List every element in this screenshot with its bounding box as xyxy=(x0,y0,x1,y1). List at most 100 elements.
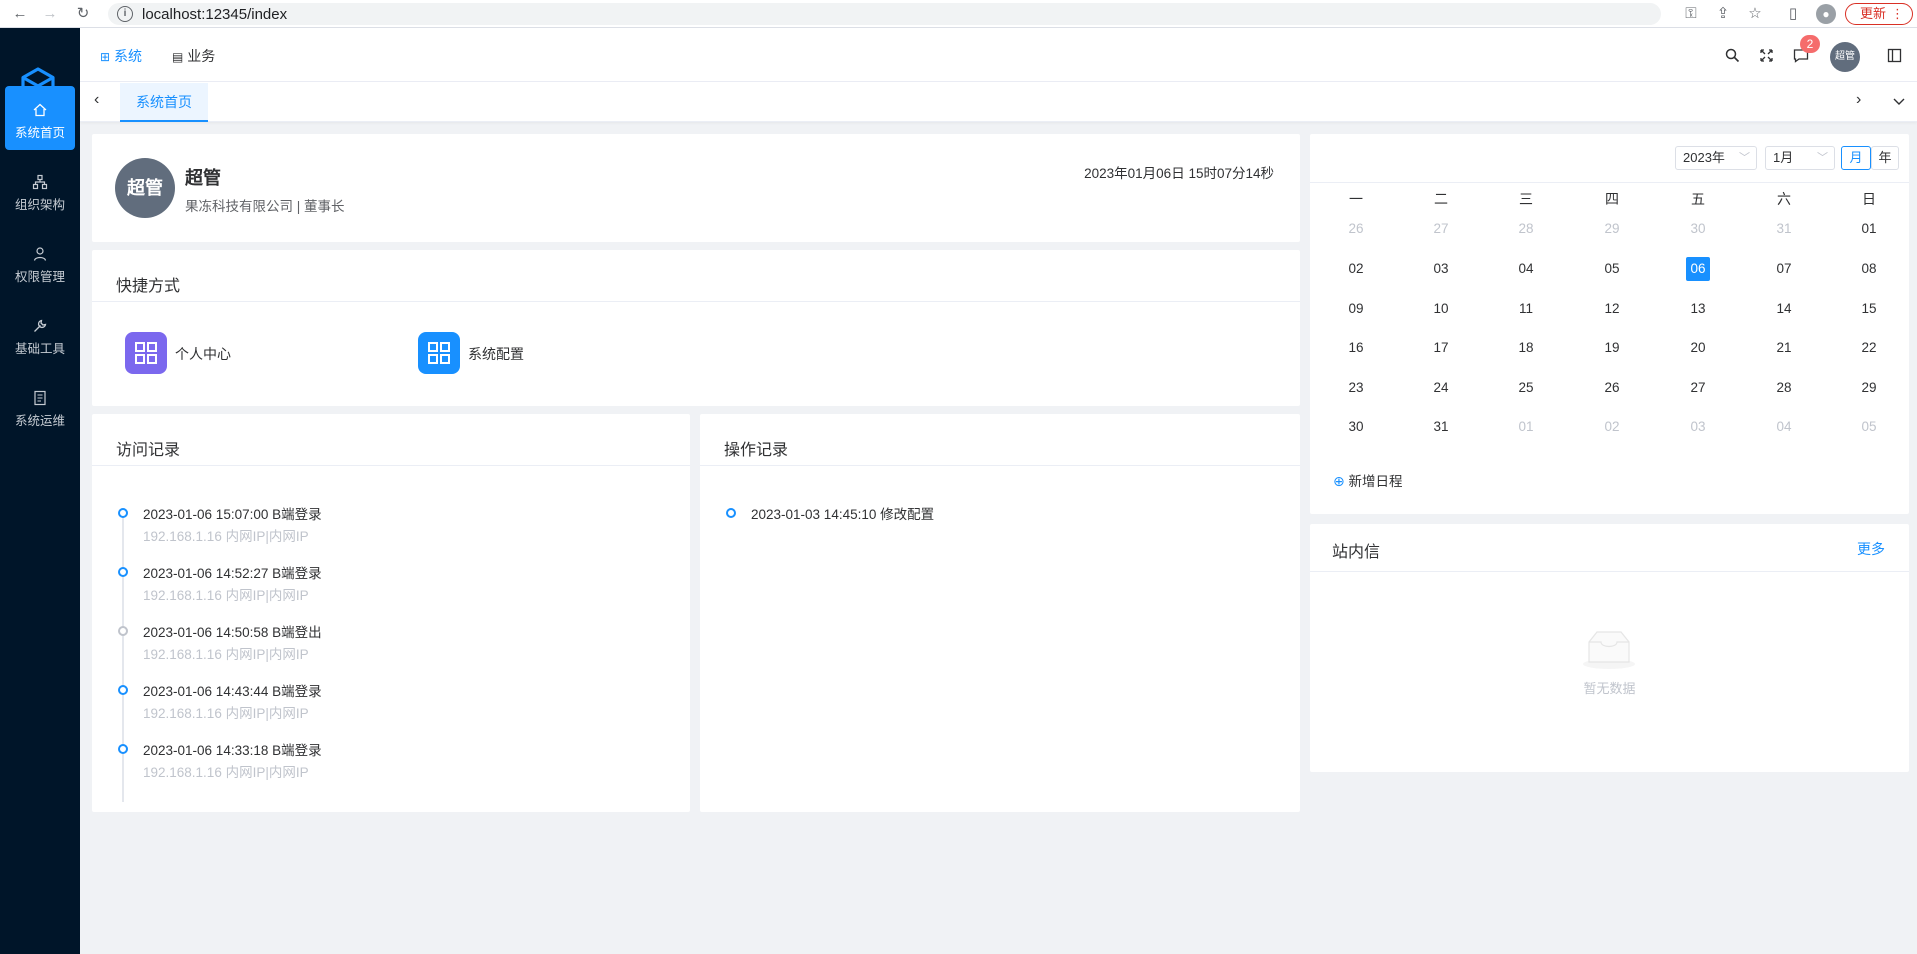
key-icon[interactable]: ⚿ xyxy=(1681,4,1701,24)
calendar-day[interactable]: 20 xyxy=(1686,336,1710,360)
search-icon[interactable] xyxy=(1725,48,1740,63)
avatar[interactable]: 超管 xyxy=(1830,42,1860,72)
reload-icon[interactable]: ↻ xyxy=(73,4,93,24)
current-datetime: 2023年01月06日 15时07分14秒 xyxy=(1084,166,1274,181)
shortcut-profile[interactable]: 个人中心 xyxy=(125,332,285,374)
grid-icon: ⊞ xyxy=(100,50,111,64)
chevron-right-icon[interactable]: › xyxy=(1856,91,1861,109)
sidebar-item-ops[interactable]: 系统运维 xyxy=(5,374,75,438)
sidepanel-icon[interactable]: ▯ xyxy=(1783,4,1803,24)
forward-icon[interactable]: → xyxy=(40,4,60,24)
calendar-day[interactable]: 23 xyxy=(1344,376,1368,400)
calendar-day[interactable]: 05 xyxy=(1857,415,1881,439)
calendar-day[interactable]: 04 xyxy=(1514,257,1538,281)
empty-box-icon xyxy=(1583,631,1635,669)
calendar-day-today[interactable]: 06 xyxy=(1686,257,1710,281)
weekday-header: 四 xyxy=(1605,191,1619,207)
timeline-item: 2023-01-03 14:45:10 修改配置 xyxy=(726,502,1286,560)
topnav-menu-system[interactable]: ⊞ 系统 xyxy=(100,46,142,66)
calendar-day[interactable]: 16 xyxy=(1344,336,1368,360)
calendar-day[interactable]: 14 xyxy=(1772,297,1796,321)
timeline-item: 2023-01-06 14:50:58 B端登出 192.168.1.16 内网… xyxy=(118,620,678,678)
timeline-item: 2023-01-06 14:52:27 B端登录 192.168.1.16 内网… xyxy=(118,561,678,619)
calendar-day[interactable]: 30 xyxy=(1686,217,1710,241)
sidebar-item-home[interactable]: 系统首页 xyxy=(5,86,75,150)
calendar-day[interactable]: 24 xyxy=(1429,376,1453,400)
calendar-day[interactable]: 28 xyxy=(1772,376,1796,400)
layout-icon[interactable] xyxy=(1887,48,1902,63)
update-button[interactable]: 更新 ⋮ xyxy=(1845,3,1913,25)
calendar-day[interactable]: 22 xyxy=(1857,336,1881,360)
weekday-header: 三 xyxy=(1519,191,1533,207)
doc-icon: ▤ xyxy=(172,50,184,64)
info-icon[interactable]: i xyxy=(117,6,133,22)
chevron-down-icon[interactable] xyxy=(1893,97,1905,106)
weekday-header: 一 xyxy=(1349,191,1363,207)
calendar-day[interactable]: 21 xyxy=(1772,336,1796,360)
calendar-day[interactable]: 31 xyxy=(1772,217,1796,241)
operation-records-card: 操作记录 2023-01-03 14:45:10 修改配置 xyxy=(700,414,1300,812)
calendar-day[interactable]: 08 xyxy=(1857,257,1881,281)
card-title: 操作记录 xyxy=(724,442,789,459)
sidebar-item-org[interactable]: 组织架构 xyxy=(5,158,75,222)
calendar-day[interactable]: 11 xyxy=(1514,297,1538,321)
sidebar-item-label: 权限管理 xyxy=(14,270,65,284)
calendar-day[interactable]: 19 xyxy=(1600,336,1624,360)
more-vert-icon[interactable]: ⋮ xyxy=(1891,4,1904,24)
tab-home[interactable]: 系统首页 xyxy=(120,83,208,122)
visit-records-card: 访问记录 2023-01-06 15:07:00 B端登录 192.168.1.… xyxy=(92,414,690,812)
profile-icon[interactable]: ● xyxy=(1816,4,1836,24)
sidebar-item-permission[interactable]: 权限管理 xyxy=(5,230,75,294)
calendar-day[interactable]: 10 xyxy=(1429,297,1453,321)
timeline-item: 2023-01-06 15:07:00 B端登录 192.168.1.16 内网… xyxy=(118,502,678,560)
calendar-day[interactable]: 29 xyxy=(1857,376,1881,400)
timeline-time: 2023-01-03 14:45:10 修改配置 xyxy=(751,507,935,522)
calendar-day[interactable]: 07 xyxy=(1772,257,1796,281)
more-link[interactable]: 更多 xyxy=(1857,539,1885,559)
calendar-day[interactable]: 02 xyxy=(1344,257,1368,281)
timeline-time: 2023-01-06 14:52:27 B端登录 xyxy=(143,566,322,581)
profile-name: 超管 xyxy=(185,168,221,188)
calendar-day[interactable]: 25 xyxy=(1514,376,1538,400)
topnav-menu-label: 业务 xyxy=(187,48,216,64)
star-icon[interactable]: ☆ xyxy=(1745,4,1765,24)
back-icon[interactable]: ← xyxy=(10,4,30,24)
calendar-day[interactable]: 26 xyxy=(1344,217,1368,241)
shortcut-config[interactable]: 系统配置 xyxy=(418,332,578,374)
visit-timeline[interactable]: 2023-01-06 15:07:00 B端登录 192.168.1.16 内网… xyxy=(118,502,678,802)
calendar-day[interactable]: 15 xyxy=(1857,297,1881,321)
calendar-day[interactable]: 03 xyxy=(1686,415,1710,439)
calendar-day[interactable]: 30 xyxy=(1344,415,1368,439)
calendar-day[interactable]: 17 xyxy=(1429,336,1453,360)
address-bar[interactable]: i localhost:12345/index xyxy=(108,3,1661,25)
calendar-day[interactable]: 03 xyxy=(1429,257,1453,281)
calendar-day[interactable]: 12 xyxy=(1600,297,1624,321)
timeline-sub: 192.168.1.16 内网IP|内网IP xyxy=(143,706,309,721)
card-title: 站内信 xyxy=(1332,544,1381,561)
divider xyxy=(1310,571,1909,572)
calendar-day[interactable]: 02 xyxy=(1600,415,1624,439)
calendar-day[interactable]: 29 xyxy=(1600,217,1624,241)
calendar-day[interactable]: 27 xyxy=(1686,376,1710,400)
sidebar: 系统首页 组织架构 权限管理 基础工具 系统运维 xyxy=(0,28,80,954)
calendar-day[interactable]: 26 xyxy=(1600,376,1624,400)
add-schedule-button[interactable]: ⊕ 新增日程 xyxy=(1333,470,1403,490)
calendar-day[interactable]: 01 xyxy=(1514,415,1538,439)
share-icon[interactable]: ⇪ xyxy=(1713,4,1733,24)
topnav-menu-business[interactable]: ▤ 业务 xyxy=(172,46,215,66)
sidebar-item-tools[interactable]: 基础工具 xyxy=(5,302,75,366)
calendar-day[interactable]: 13 xyxy=(1686,297,1710,321)
calendar-day[interactable]: 05 xyxy=(1600,257,1624,281)
calendar-day[interactable]: 31 xyxy=(1429,415,1453,439)
calendar-day[interactable]: 09 xyxy=(1344,297,1368,321)
calendar-day[interactable]: 27 xyxy=(1429,217,1453,241)
calendar-day[interactable]: 04 xyxy=(1772,415,1796,439)
calendar-day[interactable]: 18 xyxy=(1514,336,1538,360)
chevron-left-icon[interactable]: ‹ xyxy=(94,91,99,109)
fullscreen-icon[interactable] xyxy=(1759,48,1774,63)
messages-card: 站内信 更多 暂无数据 xyxy=(1310,524,1909,772)
profile-org: 果冻科技有限公司 | 董事长 xyxy=(185,199,345,214)
calendar-day[interactable]: 28 xyxy=(1514,217,1538,241)
update-label: 更新 xyxy=(1860,6,1887,21)
calendar-day[interactable]: 01 xyxy=(1857,217,1881,241)
